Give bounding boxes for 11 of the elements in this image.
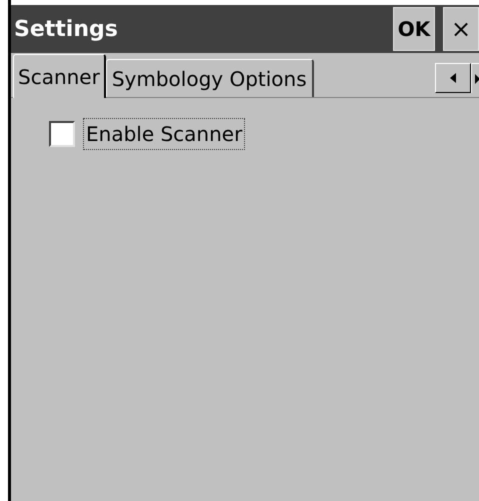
window-title: Settings: [14, 16, 119, 44]
scroll-left-button[interactable]: [435, 63, 471, 93]
tab[interactable]: Scanner: [13, 54, 106, 98]
ok-button[interactable]: OK: [393, 7, 435, 51]
right-arrow-icon: [475, 74, 479, 84]
checkbox-label: Enable Scanner: [83, 118, 246, 150]
left-arrow-icon: [450, 73, 456, 83]
checkbox[interactable]: [49, 121, 75, 147]
scroll-right-button[interactable]: [471, 63, 479, 93]
close-button[interactable]: ×: [443, 7, 479, 51]
tab[interactable]: Symbology Options: [106, 59, 314, 97]
